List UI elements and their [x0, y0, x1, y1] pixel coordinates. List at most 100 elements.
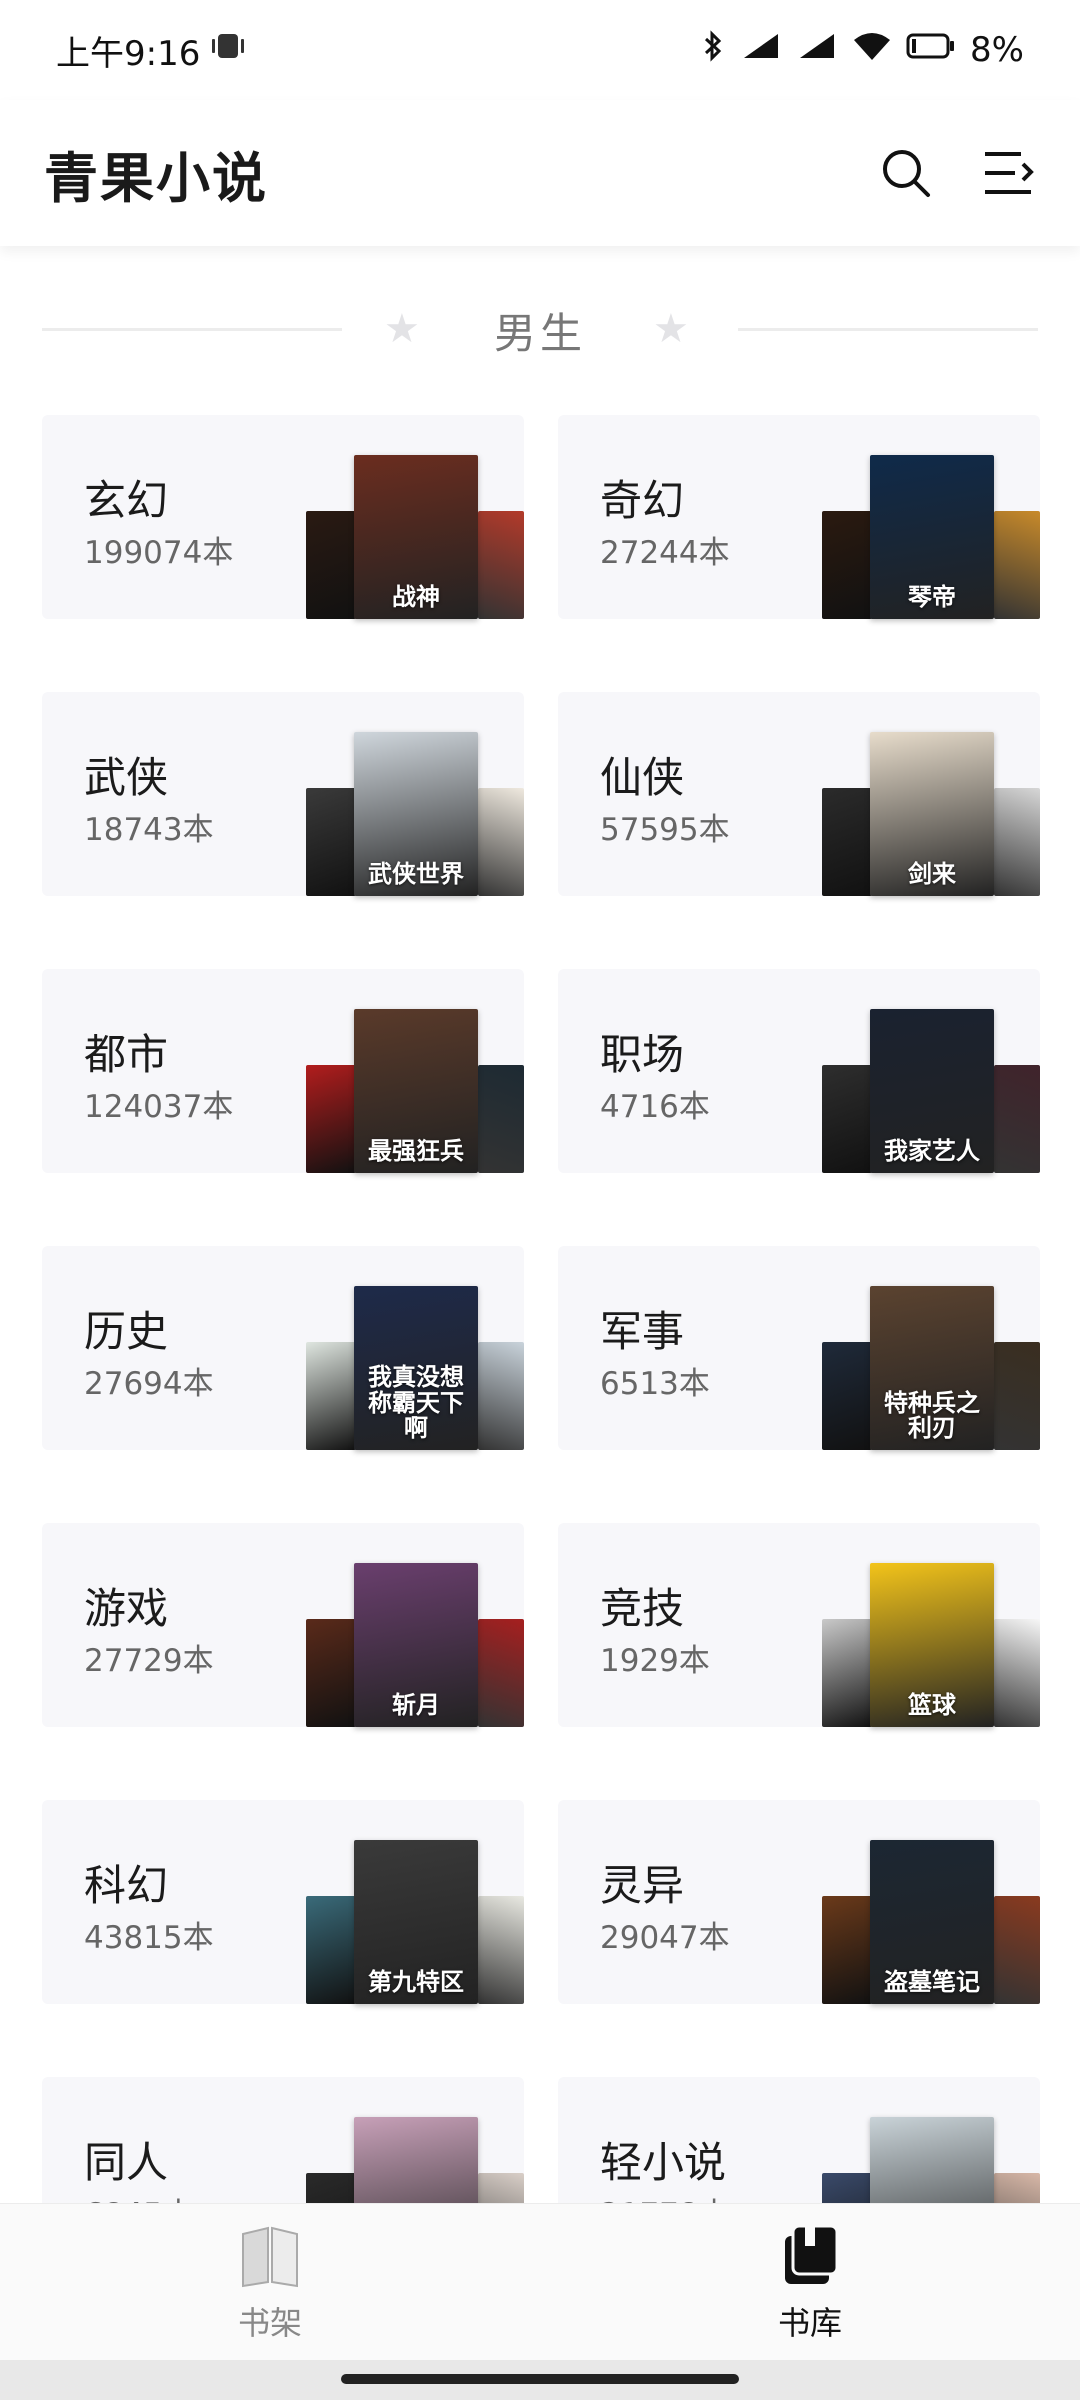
book-cover: 最强狂兵 — [354, 1009, 478, 1173]
category-card[interactable]: 历史 27694本 我真没想称霸天下啊 — [42, 1246, 524, 1450]
menu-button[interactable] — [980, 145, 1036, 201]
book-cover — [822, 511, 872, 619]
cover-title: 特种兵之利刃 — [884, 1387, 980, 1442]
cover-title: 盗墓笔记 — [884, 1966, 980, 1996]
cover-title: 篮球 — [908, 1689, 956, 1719]
cover-title: 琴帝 — [908, 581, 956, 611]
divider — [42, 328, 342, 331]
status-left: 上午9:16 — [56, 26, 246, 75]
cover-title: 最强狂兵 — [368, 1135, 464, 1165]
category-name: 职场 — [600, 1030, 685, 1079]
cover-title: 武侠世界 — [368, 858, 464, 888]
category-name: 竞技 — [600, 1584, 685, 1633]
category-count: 27244本 — [600, 535, 730, 571]
book-cover: 剑来 — [870, 732, 994, 896]
category-card[interactable]: 军事 6513本 特种兵之利刃 — [558, 1246, 1040, 1450]
section-title: 男生 — [493, 308, 586, 358]
book-cover: 我家艺人 — [870, 1009, 994, 1173]
book-cover: 篮球 — [870, 1563, 994, 1727]
section-header: ★ 男生 ★ — [0, 290, 1080, 370]
category-count: 27729本 — [84, 1643, 214, 1679]
book-cover — [822, 1896, 872, 2004]
category-name: 历史 — [84, 1307, 169, 1356]
bottom-nav: 书架 书库 — [0, 2203, 1080, 2360]
category-name: 轻小说 — [600, 2138, 727, 2187]
bluetooth-icon — [700, 29, 726, 71]
menu-icon — [985, 152, 1034, 194]
category-name: 军事 — [600, 1307, 685, 1356]
book-cover — [478, 1342, 524, 1450]
book-cover — [478, 788, 524, 896]
category-name: 奇幻 — [600, 476, 685, 525]
category-card[interactable]: 科幻 43815本第九特区 — [42, 1800, 524, 2004]
book-cover — [478, 1619, 524, 1727]
category-count: 124037本 — [84, 1089, 234, 1125]
category-name: 科幻 — [84, 1861, 169, 1910]
gesture-area — [0, 2360, 1080, 2400]
book-cover — [306, 1342, 356, 1450]
category-name: 灵异 — [600, 1861, 685, 1910]
category-name: 玄幻 — [84, 476, 169, 525]
book-cover: 武侠世界 — [354, 732, 478, 896]
book-cover: 我真没想称霸天下啊 — [354, 1286, 478, 1450]
book-cover — [994, 1342, 1040, 1450]
category-name: 武侠 — [84, 753, 169, 802]
book-cover — [994, 1896, 1040, 2004]
book-cover: 战神 — [354, 455, 478, 619]
book-cover — [822, 1065, 872, 1173]
book-cover — [306, 1065, 356, 1173]
book-cover — [994, 788, 1040, 896]
category-card[interactable]: 奇幻 27244本琴帝 — [558, 415, 1040, 619]
book-cover — [822, 788, 872, 896]
category-count: 18743本 — [84, 812, 214, 848]
nav-library[interactable]: 书库 — [540, 2204, 1080, 2360]
category-count: 199074本 — [84, 535, 234, 571]
book-cover — [478, 511, 524, 619]
category-count: 43815本 — [84, 1920, 214, 1956]
status-right: 8% — [700, 29, 1024, 71]
signal-icon — [796, 30, 838, 71]
cover-title: 第九特区 — [368, 1966, 464, 1996]
book-cover: 斩月 — [354, 1563, 478, 1727]
book-cover — [478, 1065, 524, 1173]
category-card[interactable]: 游戏 27729本 斩月 — [42, 1523, 524, 1727]
cover-title: 战神 — [392, 581, 440, 611]
star-icon: ★ — [384, 306, 420, 352]
book-cover — [822, 1619, 872, 1727]
category-count: 27694本 — [84, 1366, 214, 1402]
category-name: 仙侠 — [600, 753, 685, 802]
category-name: 游戏 — [84, 1584, 169, 1633]
category-count: 29047本 — [600, 1920, 730, 1956]
book-cover — [994, 1065, 1040, 1173]
app-title: 青果小说 — [44, 145, 268, 210]
category-card[interactable]: 武侠 18743本武侠世界 — [42, 692, 524, 896]
book-cover: 特种兵之利刃 — [870, 1286, 994, 1450]
category-card[interactable]: 竞技 1929本篮球 — [558, 1523, 1040, 1727]
home-indicator[interactable] — [341, 2374, 739, 2384]
nav-bookshelf[interactable]: 书架 — [0, 2204, 540, 2360]
category-count: 4716本 — [600, 1089, 710, 1125]
status-time: 上午9:16 — [56, 33, 201, 74]
book-cover — [478, 1896, 524, 2004]
book-cover — [306, 1896, 356, 2004]
category-card[interactable]: 都市 124037本最强狂兵 — [42, 969, 524, 1173]
category-count: 1929本 — [600, 1643, 710, 1679]
nav-label: 书库 — [777, 2304, 842, 2342]
signal-icon — [740, 30, 782, 71]
category-card[interactable]: 仙侠 57595本 剑来 — [558, 692, 1040, 896]
book-cover: 第九特区 — [354, 1840, 478, 2004]
category-card[interactable]: 职场 4716本我家艺人 — [558, 969, 1040, 1173]
nav-label: 书架 — [237, 2304, 302, 2342]
book-cover: 琴帝 — [870, 455, 994, 619]
battery-icon — [906, 30, 956, 70]
search-button[interactable] — [878, 145, 934, 201]
app-header: 青果小说 — [0, 100, 1080, 246]
category-card[interactable]: 灵异 29047本盗墓笔记 — [558, 1800, 1040, 2004]
category-card[interactable]: 玄幻 199074本战神 — [42, 415, 524, 619]
book-cover — [994, 511, 1040, 619]
cover-title: 我家艺人 — [884, 1135, 980, 1165]
category-name: 都市 — [84, 1030, 169, 1079]
divider — [738, 328, 1038, 331]
book-cover — [994, 1619, 1040, 1727]
book-cover: 盗墓笔记 — [870, 1840, 994, 2004]
